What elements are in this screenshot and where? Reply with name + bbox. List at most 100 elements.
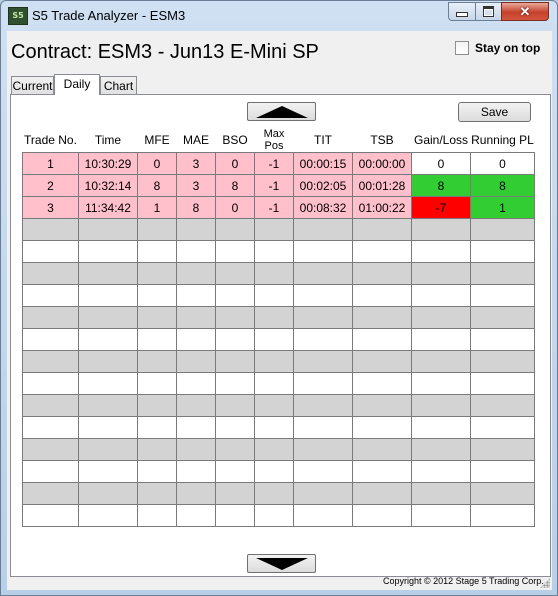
empty-cell: [470, 460, 535, 483]
empty-cell: [22, 240, 79, 263]
column-header[interactable]: Trade No.: [23, 128, 79, 153]
empty-cell: [176, 460, 216, 483]
empty-cell: [411, 218, 471, 241]
empty-cell: [215, 504, 255, 527]
table-cell-tit: 00:00:15: [293, 152, 353, 175]
client-area: Contract: ESM3 - Jun13 E-Mini SP Stay on…: [7, 31, 552, 590]
close-button[interactable]: ✕: [501, 2, 549, 21]
empty-cell: [254, 394, 294, 417]
empty-cell: [137, 328, 177, 351]
empty-cell: [293, 416, 353, 439]
table-cell-bso: 0: [215, 152, 255, 175]
empty-cell: [137, 460, 177, 483]
empty-cell: [137, 306, 177, 329]
empty-cell: [293, 504, 353, 527]
triangle-down-icon: [256, 558, 308, 570]
empty-cell: [176, 218, 216, 241]
empty-cell: [254, 504, 294, 527]
table-cell-gain-loss: 8: [411, 174, 471, 197]
maximize-icon: [483, 6, 494, 17]
empty-cell: [215, 460, 255, 483]
empty-cell: [176, 482, 216, 505]
empty-row: [22, 504, 535, 527]
empty-cell: [137, 262, 177, 285]
empty-row: [22, 328, 535, 351]
table-cell-mae: 3: [176, 152, 216, 175]
contract-title: Contract: ESM3 - Jun13 E-Mini SP: [11, 41, 319, 63]
empty-cell: [411, 262, 471, 285]
empty-cell: [215, 394, 255, 417]
column-header[interactable]: TSB: [353, 128, 412, 153]
empty-row: [22, 394, 535, 417]
tab-chart[interactable]: Chart: [100, 76, 137, 94]
scroll-down-button[interactable]: [247, 554, 316, 573]
column-header[interactable]: MAE: [177, 128, 216, 153]
empty-cell: [176, 350, 216, 373]
empty-cell: [352, 504, 412, 527]
table-cell-tsb: 00:00:00: [352, 152, 412, 175]
empty-cell: [137, 438, 177, 461]
tab-current[interactable]: Current: [11, 76, 54, 94]
column-header[interactable]: TIT: [294, 128, 353, 153]
column-header[interactable]: Gain/Loss: [412, 128, 471, 153]
empty-row: [22, 218, 535, 241]
scroll-up-button[interactable]: [247, 102, 316, 121]
tab-daily[interactable]: Daily: [54, 74, 100, 95]
empty-cell: [22, 284, 79, 307]
empty-cell: [78, 218, 138, 241]
table-row[interactable]: 1 10:30:29 0 3 0 -1 00:00:15 00:00:00 0 0: [22, 152, 535, 175]
empty-cell: [411, 460, 471, 483]
empty-cell: [78, 416, 138, 439]
empty-cell: [22, 416, 79, 439]
minimize-button[interactable]: [448, 2, 476, 21]
stay-on-top-checkbox[interactable]: [455, 41, 469, 55]
column-header[interactable]: MFE: [138, 128, 177, 153]
app-icon: S5: [8, 7, 28, 25]
table-cell-running-pl: 1: [470, 196, 535, 219]
title-bar[interactable]: S5 S5 Trade Analyzer - ESM3 ✕: [1, 1, 557, 31]
table-row[interactable]: 2 10:32:14 8 3 8 -1 00:02:05 00:01:28 8 8: [22, 174, 535, 197]
empty-cell: [293, 350, 353, 373]
empty-cell: [470, 240, 535, 263]
empty-row: [22, 262, 535, 285]
empty-cell: [411, 306, 471, 329]
empty-cell: [22, 438, 79, 461]
table-cell-max-pos: -1: [254, 152, 294, 175]
empty-cell: [78, 504, 138, 527]
empty-cell: [176, 504, 216, 527]
save-button[interactable]: Save: [458, 102, 531, 122]
table-cell-tit: 00:08:32: [293, 196, 353, 219]
column-header[interactable]: Running PL: [471, 128, 535, 153]
empty-cell: [470, 218, 535, 241]
empty-cell: [352, 306, 412, 329]
stay-on-top-option[interactable]: Stay on top: [455, 41, 540, 55]
empty-cell: [215, 372, 255, 395]
empty-cell: [78, 284, 138, 307]
empty-row: [22, 372, 535, 395]
empty-row: [22, 482, 535, 505]
empty-cell: [411, 482, 471, 505]
maximize-button[interactable]: [475, 2, 502, 21]
empty-cell: [293, 306, 353, 329]
empty-cell: [78, 240, 138, 263]
empty-cell: [254, 328, 294, 351]
column-header[interactable]: Time: [79, 128, 138, 153]
column-header[interactable]: BSO: [216, 128, 255, 153]
table-cell-mfe: 1: [137, 196, 177, 219]
empty-cell: [470, 482, 535, 505]
empty-cell: [293, 438, 353, 461]
empty-cell: [352, 438, 412, 461]
table-cell-gain-loss: -7: [411, 196, 471, 219]
empty-row: [22, 350, 535, 373]
empty-cell: [137, 218, 177, 241]
empty-cell: [254, 438, 294, 461]
stay-on-top-label[interactable]: Stay on top: [475, 41, 540, 55]
empty-cell: [293, 460, 353, 483]
empty-cell: [215, 438, 255, 461]
table-row[interactable]: 3 11:34:42 1 8 0 -1 00:08:32 01:00:22 -7 1: [22, 196, 535, 219]
empty-cell: [78, 328, 138, 351]
column-header[interactable]: Max Pos: [255, 128, 294, 153]
empty-cell: [22, 350, 79, 373]
empty-cell: [176, 284, 216, 307]
empty-cell: [352, 416, 412, 439]
